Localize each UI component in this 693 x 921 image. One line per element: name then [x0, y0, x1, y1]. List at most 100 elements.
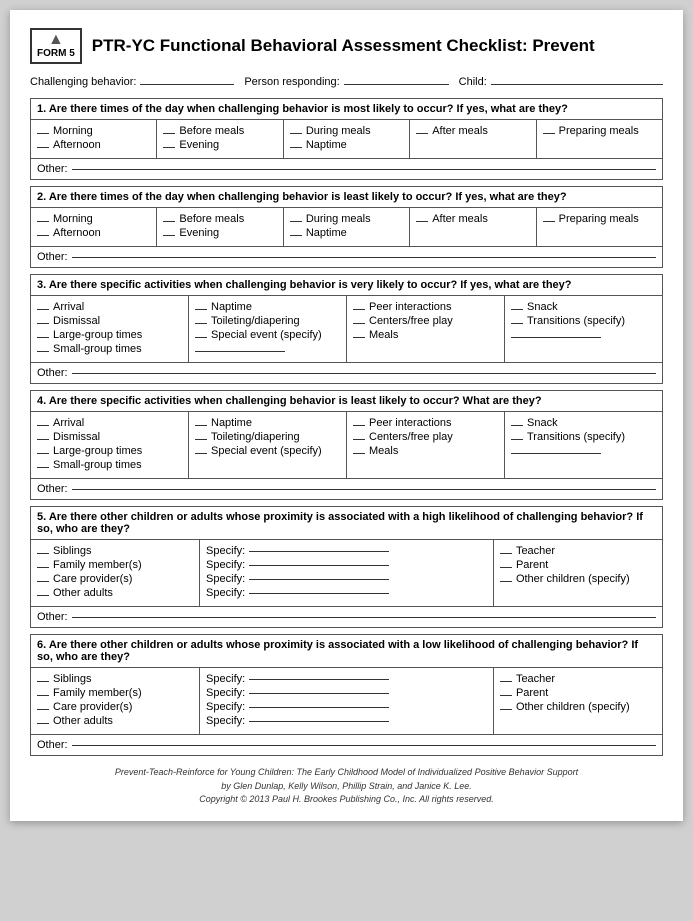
section-q6-col2: Specify: Specify: Specify: Specify:	[200, 668, 494, 734]
specify-line	[249, 579, 389, 580]
section-q2-col3: During meals Naptime	[284, 208, 410, 246]
list-item: Arrival	[37, 417, 182, 429]
check-mark	[37, 453, 49, 454]
specify-line	[249, 551, 389, 552]
list-item: Other children (specify)	[500, 701, 656, 713]
specify-row: Specify:	[206, 559, 487, 571]
footer: Prevent-Teach-Reinforce for Young Childr…	[30, 766, 663, 807]
check-mark	[500, 553, 512, 554]
section-q6-body: Siblings Family member(s) Care provider(…	[31, 668, 662, 735]
section-q1-col5: Preparing meals	[537, 120, 662, 158]
other-row-q6: Other:	[31, 735, 662, 755]
section-q4-col3: Peer interactions Centers/free play Meal…	[347, 412, 505, 478]
check-mark	[37, 595, 49, 596]
section-q1-col4: After meals	[410, 120, 536, 158]
form-label: FORM	[37, 48, 66, 59]
specify-row: Specify:	[206, 545, 487, 557]
specify-line	[511, 337, 601, 338]
check-mark	[195, 453, 207, 454]
other-row-q4: Other:	[31, 479, 662, 499]
section-q4-col1: Arrival Dismissal Large-group times Smal…	[31, 412, 189, 478]
list-item: Siblings	[37, 545, 193, 557]
check-mark	[500, 709, 512, 710]
section-q4-header: 4. Are there specific activities when ch…	[31, 391, 662, 412]
specify-line	[511, 453, 601, 454]
section-q6-col1: Siblings Family member(s) Care provider(…	[31, 668, 200, 734]
specify-row: Specify:	[206, 687, 487, 699]
check-mark	[37, 147, 49, 148]
list-item: Other adults	[37, 715, 193, 727]
specify-row: Specify:	[206, 701, 487, 713]
other-row-q5: Other:	[31, 607, 662, 627]
check-mark	[500, 681, 512, 682]
list-item: Parent	[500, 687, 656, 699]
list-item: Dismissal	[37, 431, 182, 443]
section-q5-col1: Siblings Family member(s) Care provider(…	[31, 540, 200, 606]
section-q6-question: 6. Are there other children or adults wh…	[37, 639, 638, 663]
challenging-behavior-line	[140, 84, 234, 85]
section-q4: 4. Are there specific activities when ch…	[30, 390, 663, 500]
other-label: Other:	[37, 163, 68, 175]
section-q1-col1: Morning Afternoon	[31, 120, 157, 158]
check-mark	[37, 723, 49, 724]
section-q2-question: 2. Are there times of the day when chall…	[37, 191, 567, 203]
list-item: During meals	[290, 125, 403, 137]
section-q3: 3. Are there specific activities when ch…	[30, 274, 663, 384]
list-item: Teacher	[500, 673, 656, 685]
check-mark	[543, 133, 555, 134]
check-mark	[416, 133, 428, 134]
child-field: Child:	[459, 76, 663, 88]
check-mark	[37, 323, 49, 324]
section-q2-col2: Before meals Evening	[157, 208, 283, 246]
list-item: Naptime	[195, 417, 340, 429]
other-line	[72, 169, 656, 170]
check-mark	[353, 323, 365, 324]
other-row-q1: Other:	[31, 159, 662, 179]
specify-line	[249, 707, 389, 708]
section-q5-body: Siblings Family member(s) Care provider(…	[31, 540, 662, 607]
check-mark	[37, 425, 49, 426]
top-fields: Challenging behavior: Person responding:…	[30, 76, 663, 88]
list-item: Transitions (specify)	[511, 431, 656, 443]
list-item: Before meals	[163, 213, 276, 225]
person-responding-line	[344, 84, 449, 85]
section-q4-body: Arrival Dismissal Large-group times Smal…	[31, 412, 662, 479]
list-item: Large-group times	[37, 329, 182, 341]
specify-line	[249, 693, 389, 694]
section-q3-col1: Arrival Dismissal Large-group times Smal…	[31, 296, 189, 362]
section-q3-col2: Naptime Toileting/diapering Special even…	[189, 296, 347, 362]
list-item: Large-group times	[37, 445, 182, 457]
specify-row: Specify:	[206, 573, 487, 585]
section-q3-question: 3. Are there specific activities when ch…	[37, 279, 572, 291]
page: FORM 5 PTR-YC Functional Behavioral Asse…	[10, 10, 683, 821]
check-mark	[416, 221, 428, 222]
specify-row: Specify:	[206, 673, 487, 685]
check-mark	[37, 309, 49, 310]
list-item: Peer interactions	[353, 417, 498, 429]
specify-row: Specify:	[206, 587, 487, 599]
check-mark	[37, 567, 49, 568]
other-label: Other:	[37, 483, 68, 495]
other-label: Other:	[37, 739, 68, 751]
other-line	[72, 489, 656, 490]
section-q2-header: 2. Are there times of the day when chall…	[31, 187, 662, 208]
list-item: Other adults	[37, 587, 193, 599]
check-mark	[353, 309, 365, 310]
list-item: Special event (specify)	[195, 445, 340, 457]
section-q4-col4: Snack Transitions (specify)	[505, 412, 662, 478]
list-item: During meals	[290, 213, 403, 225]
list-item: Morning	[37, 125, 150, 137]
section-q3-col4: Snack Transitions (specify)	[505, 296, 662, 362]
section-q5: 5. Are there other children or adults wh…	[30, 506, 663, 628]
section-q5-question: 5. Are there other children or adults wh…	[37, 511, 643, 535]
check-mark	[163, 221, 175, 222]
section-q1-col2: Before meals Evening	[157, 120, 283, 158]
list-item: Parent	[500, 559, 656, 571]
list-item: Small-group times	[37, 459, 182, 471]
other-line	[72, 745, 656, 746]
section-q3-col3: Peer interactions Centers/free play Meal…	[347, 296, 505, 362]
check-mark	[511, 323, 523, 324]
list-item: Preparing meals	[543, 125, 656, 137]
list-item: Naptime	[195, 301, 340, 313]
list-item: Arrival	[37, 301, 182, 313]
